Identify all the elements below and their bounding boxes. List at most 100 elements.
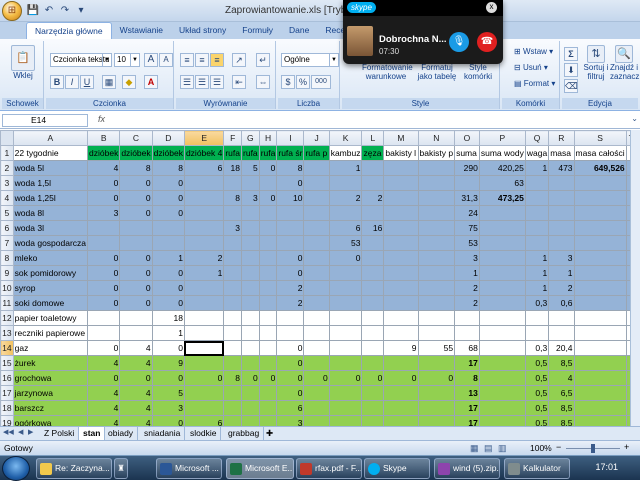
cell[interactable] [258, 220, 278, 236]
row-header[interactable]: 9 [0, 265, 14, 281]
cell[interactable]: 4 [87, 385, 121, 401]
row-header[interactable]: 11 [0, 295, 14, 311]
cell[interactable] [573, 280, 627, 296]
first-sheet-icon[interactable]: ◀◀ [3, 428, 14, 436]
cell[interactable] [183, 355, 225, 371]
cell[interactable]: 0 [258, 370, 278, 386]
zoom-slider-thumb[interactable] [591, 444, 595, 453]
cell[interactable] [383, 235, 419, 251]
cell[interactable]: 0 [87, 340, 121, 356]
cell[interactable] [303, 205, 330, 221]
cell[interactable] [548, 220, 575, 236]
cell[interactable] [524, 220, 550, 236]
cell[interactable] [241, 325, 260, 341]
cell[interactable]: rufa [223, 145, 243, 161]
cell[interactable]: 22 tygodnie [12, 145, 89, 161]
cell[interactable] [303, 265, 330, 281]
cell[interactable] [241, 415, 260, 426]
cell[interactable] [361, 310, 385, 326]
cell[interactable] [417, 190, 456, 206]
cell[interactable]: 0 [87, 265, 121, 281]
cell[interactable]: 18 [151, 310, 185, 326]
cell[interactable] [183, 190, 225, 206]
cell[interactable] [478, 325, 526, 341]
cell[interactable]: 0 [87, 190, 121, 206]
cell[interactable]: rufa p [303, 145, 330, 161]
cell[interactable] [417, 310, 456, 326]
cell[interactable] [119, 220, 153, 236]
cell[interactable] [524, 235, 550, 251]
cell[interactable]: 0 [151, 370, 185, 386]
cell[interactable]: 1 [151, 250, 185, 266]
cell[interactable]: woda 1,25l [12, 190, 89, 206]
cell[interactable] [478, 235, 526, 251]
column-header[interactable]: M [383, 130, 419, 146]
cell[interactable] [241, 340, 260, 356]
cell[interactable]: gaz [12, 340, 89, 356]
taskbar-item-calculator[interactable]: Kalkulator [504, 458, 570, 479]
cell[interactable] [478, 310, 526, 326]
cell[interactable] [573, 355, 627, 371]
cell[interactable]: 0 [328, 370, 363, 386]
next-sheet-icon[interactable]: ▶ [28, 428, 33, 436]
cell[interactable] [303, 235, 330, 251]
cell[interactable]: 8 [223, 370, 243, 386]
row-header[interactable]: 13 [0, 325, 14, 341]
row-header[interactable]: 8 [0, 250, 14, 266]
cell[interactable]: 16 [361, 220, 385, 236]
cell[interactable]: soki domowe [12, 295, 89, 311]
cell[interactable] [417, 280, 456, 296]
zoom-in-button[interactable]: + [624, 442, 629, 452]
column-header[interactable]: G [241, 130, 260, 146]
cell[interactable] [478, 370, 526, 386]
page-break-view-icon[interactable]: ▥ [498, 443, 507, 454]
cell[interactable] [87, 220, 121, 236]
cell[interactable]: reczniki papierowe [12, 325, 89, 341]
cell[interactable]: 0 [151, 265, 185, 281]
cell[interactable] [183, 385, 225, 401]
cell[interactable] [303, 175, 330, 191]
cell[interactable]: 4 [119, 355, 153, 371]
bold-button[interactable]: B [50, 75, 64, 89]
cell[interactable] [417, 400, 456, 416]
cell[interactable] [241, 295, 260, 311]
cell[interactable] [478, 220, 526, 236]
cell[interactable]: 420,25 [478, 160, 526, 176]
sheet-tab-sniadania[interactable]: sniadania [140, 427, 186, 440]
cell[interactable]: 8 [454, 370, 480, 386]
cell[interactable]: woda 5l [12, 160, 89, 176]
cell[interactable]: 1 [524, 160, 550, 176]
cell[interactable]: 1 [524, 265, 550, 281]
undo-icon[interactable]: ↶ [42, 4, 56, 18]
cell[interactable]: 2 [454, 295, 480, 311]
cell[interactable] [383, 160, 419, 176]
cell[interactable]: 1 [151, 325, 185, 341]
taskbar-item-word[interactable]: Microsoft ... [156, 458, 222, 479]
align-middle-icon[interactable]: ≡ [195, 53, 209, 67]
cell[interactable]: 6 [183, 160, 225, 176]
cell[interactable]: 4 [87, 415, 121, 426]
number-format-select[interactable]: Ogólne ▼ [281, 53, 339, 67]
cell[interactable] [258, 235, 278, 251]
cell[interactable]: 0 [276, 340, 305, 356]
cell[interactable]: 3 [87, 205, 121, 221]
taskbar-item-pdf[interactable]: rfax.pdf - F... [296, 458, 362, 479]
cell[interactable] [361, 340, 385, 356]
cell[interactable] [87, 310, 121, 326]
cell[interactable] [119, 310, 153, 326]
italic-button[interactable]: I [65, 75, 79, 89]
cell-table[interactable]: ABCDEFGHIJKLMNOPQRST122 tygodniedzióbekd… [0, 130, 640, 426]
cell[interactable] [303, 385, 330, 401]
cell[interactable]: 0 [151, 190, 185, 206]
row-header[interactable]: 14 [0, 340, 14, 356]
row-header[interactable]: 16 [0, 370, 14, 386]
column-header[interactable]: J [303, 130, 330, 146]
cell[interactable] [183, 220, 225, 236]
cell[interactable]: 0 [87, 295, 121, 311]
cell[interactable]: 649,526 [573, 160, 627, 176]
align-top-icon[interactable]: ≡ [180, 53, 194, 67]
fill-icon[interactable]: ⬇ [564, 63, 578, 77]
cell[interactable] [328, 310, 363, 326]
taskbar-item-excel[interactable]: Microsoft E... [226, 458, 294, 479]
cell[interactable]: masa całości [573, 145, 627, 161]
